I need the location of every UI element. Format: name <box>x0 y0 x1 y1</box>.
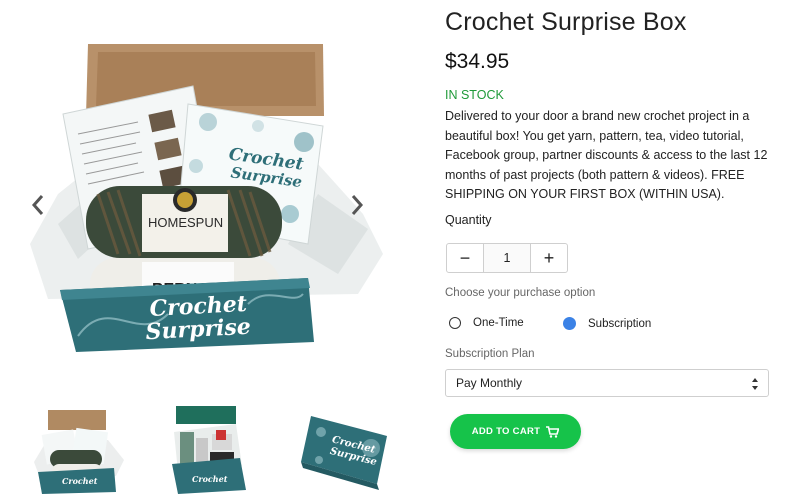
stock-status: IN STOCK <box>445 88 504 102</box>
add-to-cart-button[interactable]: ADD TO CART <box>450 414 581 449</box>
quantity-increase-button[interactable]: + <box>531 244 567 272</box>
quantity-input[interactable]: 1 <box>483 244 531 272</box>
thumbnail-3[interactable]: Crochet Surprise <box>297 402 397 494</box>
yarn-label-homespun: HOMESPUN <box>148 215 223 230</box>
product-price: $34.95 <box>445 50 510 73</box>
svg-text:Crochet: Crochet <box>192 474 228 484</box>
chevron-right-icon <box>351 195 364 215</box>
gallery-prev-button[interactable] <box>26 190 50 220</box>
purchase-option-subscription[interactable]: Subscription <box>563 317 651 330</box>
product-main-image: Crochet Surprise HOMESPUN BERNAT Crochet… <box>18 44 386 356</box>
chevron-left-icon <box>31 195 44 215</box>
subscription-plan-value: Pay Monthly <box>456 376 523 390</box>
svg-text:Crochet: Crochet <box>62 476 98 486</box>
radio-unchecked-icon[interactable] <box>449 317 461 329</box>
radio-checked-icon[interactable] <box>563 317 576 330</box>
subscription-plan-label: Subscription Plan <box>445 348 535 360</box>
quantity-decrease-button[interactable]: − <box>447 244 483 272</box>
sort-arrows-icon <box>752 378 758 390</box>
product-description: Delivered to your door a brand new croch… <box>445 109 768 201</box>
gallery-next-button[interactable] <box>345 190 369 220</box>
quantity-stepper: − 1 + <box>446 243 568 273</box>
purchase-option-label: Choose your purchase option <box>445 287 596 299</box>
thumbnail-1[interactable]: Crochet <box>28 402 128 494</box>
subscription-plan-select[interactable]: Pay Monthly <box>445 369 769 397</box>
svg-text:Surprise: Surprise <box>145 314 251 345</box>
add-to-cart-label: ADD TO CART <box>471 426 541 437</box>
product-title: Crochet Surprise Box <box>445 8 687 36</box>
thumbnail-2[interactable]: Crochet <box>166 402 266 494</box>
cart-icon <box>546 425 560 438</box>
purchase-option-one-time[interactable]: One-Time <box>449 317 524 329</box>
quantity-label: Quantity <box>445 213 492 227</box>
